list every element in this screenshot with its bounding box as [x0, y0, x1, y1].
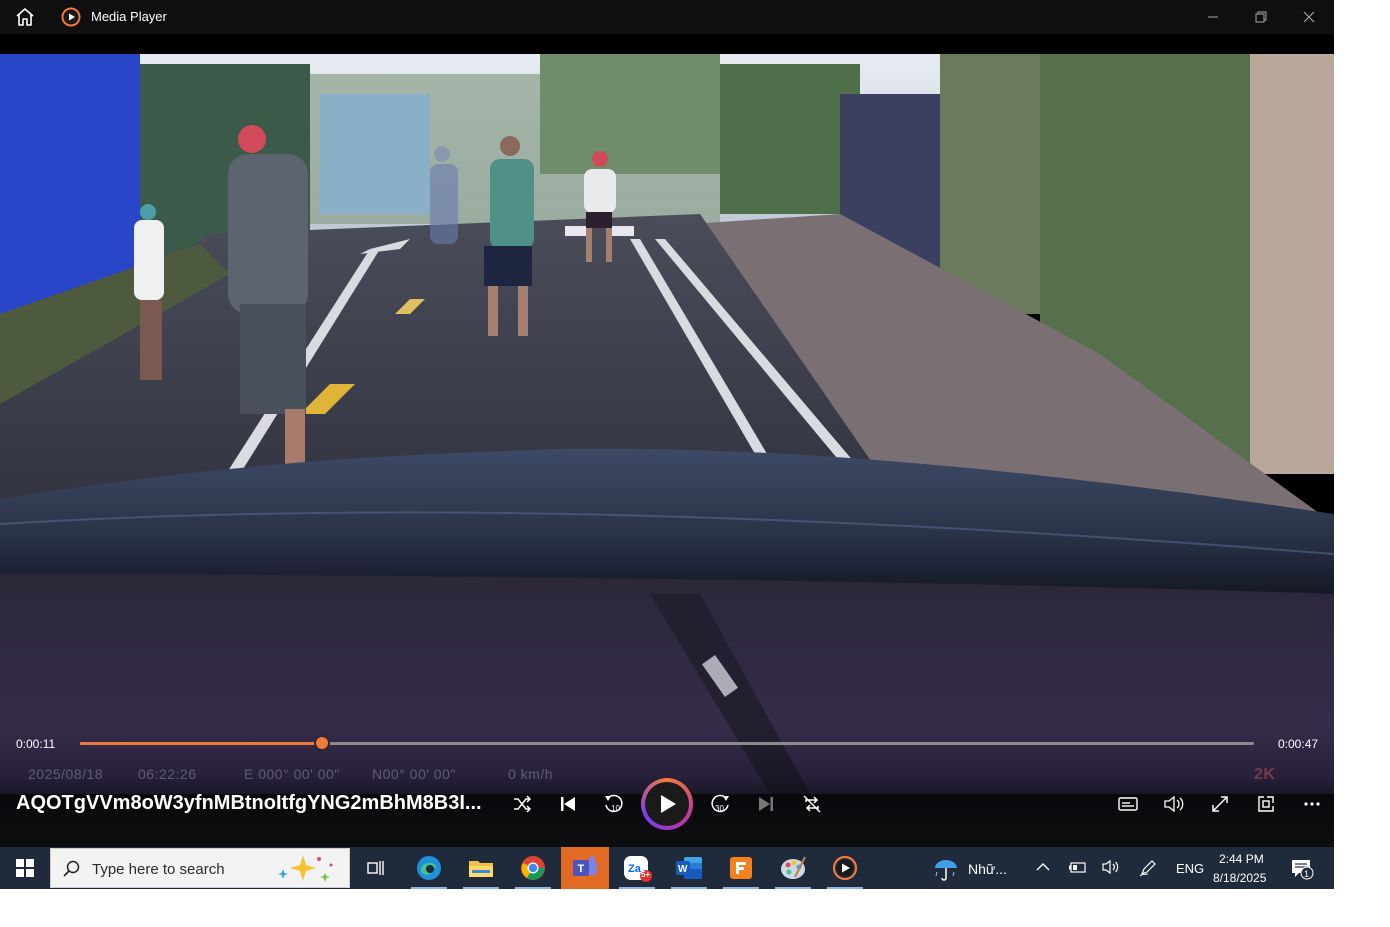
- seek-progress: [80, 742, 322, 745]
- paint-icon[interactable]: [769, 847, 817, 889]
- svg-text:30: 30: [715, 804, 724, 813]
- fullscreen-icon[interactable]: [1204, 788, 1236, 820]
- word-icon[interactable]: W: [665, 847, 713, 889]
- svg-text:10: 10: [611, 804, 620, 813]
- rewind-10-icon[interactable]: 10: [598, 788, 630, 820]
- taskbar: Type here to search T Za 5+ W Nhữ... ENG…: [0, 847, 1334, 889]
- clock-date[interactable]: 8/18/2025: [1213, 871, 1266, 885]
- stamp-time: 06:22:26: [138, 766, 197, 782]
- file-explorer-icon[interactable]: [457, 847, 505, 889]
- next-icon[interactable]: [750, 788, 782, 820]
- taskbar-search-box[interactable]: Type here to search: [50, 848, 350, 888]
- battery-icon[interactable]: [1067, 860, 1087, 874]
- clock-time[interactable]: 2:44 PM: [1219, 852, 1264, 866]
- title-bar: Media Player: [0, 0, 1334, 34]
- close-button[interactable]: [1286, 0, 1332, 34]
- notification-count: 1: [1304, 869, 1310, 879]
- captions-icon[interactable]: [1112, 788, 1144, 820]
- seek-bar[interactable]: [80, 735, 1254, 751]
- search-placeholder: Type here to search: [92, 861, 225, 878]
- total-time: 0:00:47: [1278, 737, 1319, 751]
- stamp-latitude: N00° 00' 00": [372, 766, 456, 782]
- volume-icon[interactable]: [1158, 788, 1190, 820]
- stamp-resolution: 2K: [1254, 766, 1276, 783]
- minimize-button[interactable]: [1190, 0, 1236, 34]
- zalo-icon[interactable]: Za 5+: [613, 847, 661, 889]
- seek-thumb[interactable]: [313, 735, 330, 751]
- home-icon[interactable]: [14, 6, 36, 28]
- notification-icon[interactable]: [1290, 858, 1314, 880]
- window-title: Media Player: [91, 9, 167, 24]
- svg-text:T: T: [578, 863, 585, 875]
- chevron-up-icon[interactable]: [1036, 862, 1050, 872]
- task-view-icon[interactable]: [352, 847, 400, 889]
- forward-30-icon[interactable]: 30: [704, 788, 736, 820]
- shuffle-icon[interactable]: [506, 788, 538, 820]
- volume-tray-icon[interactable]: [1101, 859, 1121, 875]
- search-icon: [63, 860, 80, 877]
- stamp-longitude: E 000° 00' 00": [244, 766, 340, 782]
- current-time: 0:00:11: [16, 737, 56, 751]
- play-icon: [645, 782, 689, 826]
- pen-icon[interactable]: [1139, 859, 1157, 877]
- edge-icon[interactable]: [405, 847, 453, 889]
- search-highlight-icon: [278, 855, 333, 882]
- previous-icon[interactable]: [552, 788, 584, 820]
- restore-button[interactable]: [1238, 0, 1284, 34]
- weather-text[interactable]: Nhữ...: [968, 861, 1007, 877]
- more-icon[interactable]: [1296, 788, 1328, 820]
- video-frame[interactable]: [0, 54, 1334, 794]
- svg-text:W: W: [678, 864, 688, 875]
- miniplayer-icon[interactable]: [1250, 788, 1282, 820]
- stamp-date: 2025/08/18: [28, 766, 104, 782]
- media-player-window: 2025/08/18 06:22:26 E 000° 00' 00" N00° …: [0, 0, 1334, 847]
- media-player-logo-icon: [61, 7, 81, 27]
- weather-rain-icon[interactable]: [932, 856, 960, 882]
- media-title: AQOTgVVm8oW3yfnMBtnoItfgYNG2mBhM8B3I...: [16, 792, 482, 814]
- stamp-speed: 0 km/h: [508, 766, 554, 782]
- repeat-icon[interactable]: [796, 788, 828, 820]
- chrome-icon[interactable]: [509, 847, 557, 889]
- language-indicator[interactable]: ENG: [1176, 861, 1204, 876]
- windows-start-icon[interactable]: [0, 847, 50, 889]
- teams-icon[interactable]: T: [561, 847, 609, 889]
- foxit-reader-icon[interactable]: [717, 847, 765, 889]
- svg-text:Za: Za: [628, 863, 642, 875]
- play-button[interactable]: [641, 778, 693, 830]
- media-player-taskbar-icon[interactable]: [821, 847, 869, 889]
- zalo-badge: 5+: [641, 870, 651, 879]
